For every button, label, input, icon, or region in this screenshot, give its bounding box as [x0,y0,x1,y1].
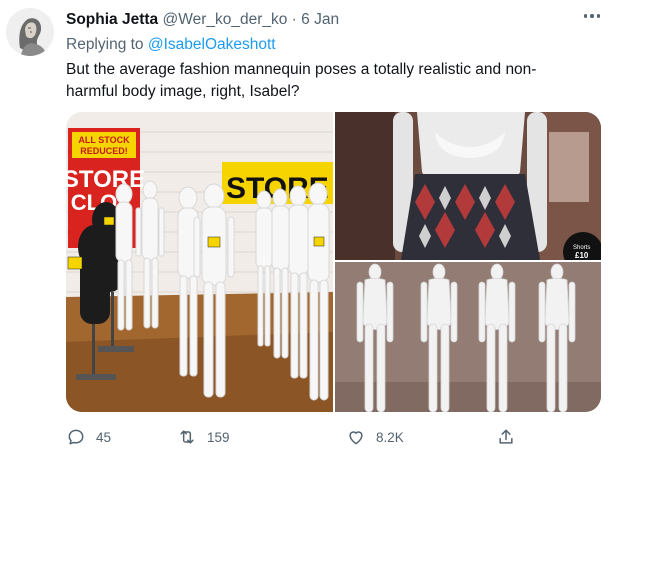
author-name[interactable]: Sophia Jetta [66,11,158,28]
heart-icon [349,431,363,445]
share-icon [499,429,513,444]
avatar[interactable] [6,8,54,56]
more-icon[interactable] [580,6,604,26]
sign-all-stock: ALL STOCK [78,135,130,145]
photo-mannequin-torso[interactable]: Shorts £10 [335,112,601,260]
reply-prefix: Replying to [66,36,144,53]
avatar-illustration [6,8,54,56]
replying-to: Replying to @IsabelOakeshott [66,35,276,55]
photo-store-mannequins[interactable]: ALL STOCK REDUCED! STORE CLO STORE C [66,112,333,412]
reply-icon [68,429,84,445]
photo-four-mannequins[interactable] [335,262,601,412]
tweet-text: But the average fashion mannequin poses … [66,61,537,100]
reply-button[interactable]: 45 [66,427,111,447]
retweet-count: 159 [207,429,230,445]
author-handle[interactable]: @Wer_ko_der_ko [162,11,287,28]
media-grid: ALL STOCK REDUCED! STORE CLO STORE C [66,112,601,412]
sign-store: STORE [66,166,145,193]
share-button[interactable] [496,427,516,447]
tag-price: £10 [575,251,589,260]
reply-count: 45 [96,429,112,445]
tweet-actions: 45 159 8.2K [66,427,526,449]
header-separator: · [291,11,297,28]
reply-mention-link[interactable]: @IsabelOakeshott [148,36,276,53]
retweet-button[interactable]: 159 [177,427,230,447]
like-count: 8.2K [376,429,404,445]
sign-reduced: REDUCED! [80,146,128,156]
retweet-icon [180,430,194,444]
like-button[interactable]: 8.2K [346,427,404,447]
tweet-date[interactable]: 6 Jan [301,11,339,28]
tweet-header: Sophia Jetta @Wer_ko_der_ko · 6 Jan [66,10,339,30]
